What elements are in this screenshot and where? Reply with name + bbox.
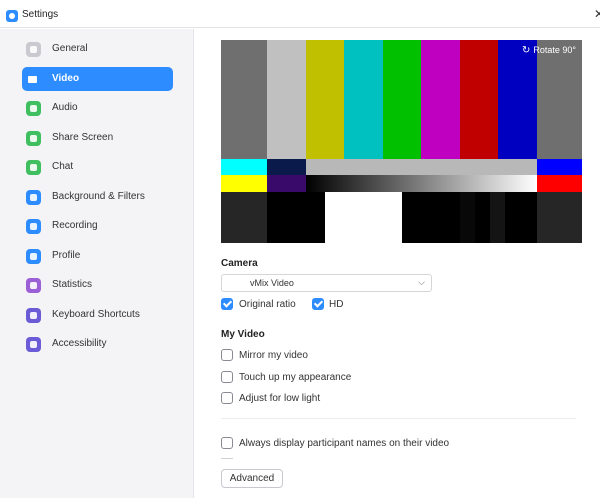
touch-up-label: Touch up my appearance [239,372,352,383]
gear-icon [26,42,41,57]
video-settings-panel: ↻ Rotate 90° Camera vMix Video ⌵ Original… [195,29,600,498]
sidebar-item-chat[interactable]: Chat [22,155,173,179]
sidebar: General Video Audio Share Screen Chat Ba… [0,29,194,498]
touch-up-checkbox[interactable] [221,371,233,383]
statistics-icon [26,278,41,293]
camera-selected-value: vMix Video [250,278,294,288]
window-title: Settings [22,9,59,20]
mirror-video-checkbox[interactable] [221,349,233,361]
close-icon[interactable]: ✕ [594,8,600,20]
color-bars-image [221,40,582,243]
divider [221,418,576,419]
sidebar-item-label: Recording [52,220,98,231]
always-display-names-label: Always display participant names on thei… [239,438,450,449]
sidebar-item-recording[interactable]: Recording [22,214,173,238]
sidebar-item-label: Audio [52,102,78,113]
sidebar-item-accessibility[interactable]: Accessibility [22,332,173,356]
low-light-label: Adjust for low light [239,393,321,404]
record-icon [26,219,41,234]
my-video-heading: My Video [221,329,265,340]
headphones-icon [26,101,41,116]
title-bar: Settings ✕ [0,0,600,28]
sidebar-item-keyboard-shortcuts[interactable]: Keyboard Shortcuts [22,303,173,327]
sidebar-item-label: Keyboard Shortcuts [52,309,140,320]
low-light-checkbox[interactable] [221,392,233,404]
sidebar-item-label: Statistics [52,279,93,290]
video-camera-icon [26,72,41,87]
sidebar-item-background-filters[interactable]: Background & Filters [22,185,173,209]
original-ratio-checkbox[interactable] [221,298,233,310]
sidebar-item-label: Accessibility [52,338,107,349]
sidebar-item-label: Chat [52,161,74,172]
sidebar-item-label: Video [52,73,80,84]
chevron-down-icon: ⌵ [418,277,425,287]
rotate-icon: ↻ [521,45,531,56]
sidebar-item-video[interactable]: Video [22,67,173,91]
advanced-button[interactable]: Advanced [221,469,283,488]
share-screen-icon [26,131,41,146]
sidebar-item-share-screen[interactable]: Share Screen [22,126,173,150]
chat-bubble-icon [26,160,41,175]
profile-icon [26,249,41,264]
rotate-label: Rotate 90° [533,45,576,55]
sidebar-item-label: General [52,43,88,54]
rotate-button[interactable]: ↻ Rotate 90° [522,45,576,56]
hd-label: HD [329,299,344,310]
sidebar-item-statistics[interactable]: Statistics [22,273,173,297]
video-preview: ↻ Rotate 90° [221,40,582,243]
always-display-names-checkbox[interactable] [221,437,233,449]
sidebar-item-audio[interactable]: Audio [22,96,173,120]
keyboard-icon [26,308,41,323]
sidebar-item-label: Profile [52,250,81,261]
sidebar-item-profile[interactable]: Profile [22,244,173,268]
camera-label: Camera [221,258,258,269]
accessibility-icon [26,337,41,352]
background-icon [26,190,41,205]
camera-select[interactable]: vMix Video ⌵ [221,274,432,292]
sidebar-item-general[interactable]: General [22,37,173,61]
sidebar-item-label: Share Screen [52,132,114,143]
divider [221,458,233,459]
mirror-video-label: Mirror my video [239,350,308,361]
hd-checkbox[interactable] [312,298,324,310]
zoom-app-icon [6,10,18,22]
sidebar-item-label: Background & Filters [52,191,145,202]
original-ratio-label: Original ratio [239,299,296,310]
